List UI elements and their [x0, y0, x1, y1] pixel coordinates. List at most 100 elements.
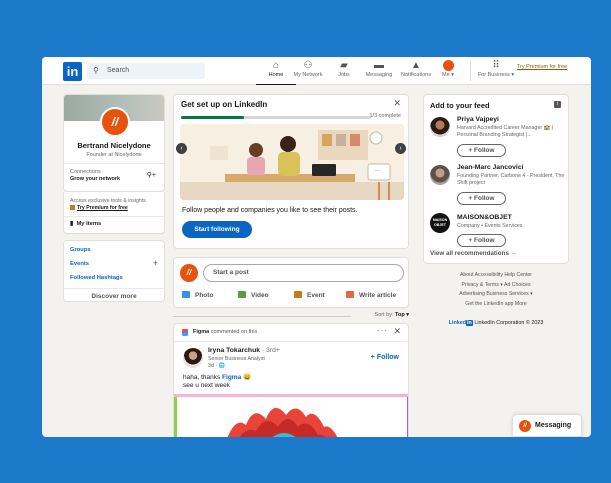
divider	[173, 316, 351, 317]
divider	[64, 163, 164, 164]
add-to-feed-card: Add to your feed i Priya Vajpeyi Harvard…	[423, 94, 569, 264]
premium-link[interactable]: Try Premium for free	[70, 205, 146, 212]
add-event-icon[interactable]: +	[153, 258, 158, 268]
messaging-icon: ▬	[374, 60, 384, 71]
profile-card: // Bertrand Nicelydone Founder at Nicely…	[63, 94, 165, 192]
follow-button[interactable]: + Follow	[457, 192, 506, 205]
view-all-recommendations-link[interactable]: View all recommendations →	[430, 250, 517, 257]
setup-progress-bar	[181, 116, 371, 119]
my-items-link[interactable]: ▮ My items	[70, 221, 101, 227]
recommendation-headline: Harvard Accredited Career Manager 🏫 | Pe…	[457, 125, 553, 138]
setup-illustration: ···	[180, 124, 404, 200]
post-image-art	[174, 397, 408, 437]
photo-icon	[182, 291, 190, 298]
recommendation-headline: Company • Events Services	[457, 223, 523, 229]
avatar[interactable]	[430, 117, 450, 137]
event-button[interactable]: Event	[294, 291, 325, 299]
recommendation-name[interactable]: Jean-Marc Jancovici	[457, 164, 524, 171]
follow-button[interactable]: + Follow	[457, 234, 506, 247]
premium-icon	[70, 205, 75, 211]
add-connection-icon: ⚲+	[146, 172, 156, 179]
post-context: Figma commented on this	[193, 329, 258, 335]
setup-card: Get set up on LinkedIn ✕ 1/3 complete ··…	[173, 94, 409, 249]
footer-link-row[interactable]: Advertising Business Services ▾	[423, 290, 569, 300]
article-icon	[346, 291, 354, 298]
more-options-icon[interactable]: ···	[377, 326, 388, 335]
avatar[interactable]	[430, 165, 450, 185]
connections-link[interactable]: Connections Grow your network	[70, 169, 120, 183]
divider	[64, 216, 164, 217]
follow-button[interactable]: + Follow	[457, 144, 506, 157]
recommendation-headline: Founding Partner, Carbone 4 - President,…	[457, 173, 565, 186]
maison-objet-logo[interactable]: MAISON OBJET	[430, 213, 450, 233]
recommendation-name[interactable]: MAISON&OBJET	[457, 214, 512, 221]
post-text: haha, thanks Figma 😄 see u next week	[183, 374, 252, 389]
info-icon[interactable]: i	[554, 101, 561, 108]
premium-card: Access exclusive tools & insights Try Pr…	[63, 192, 165, 234]
search-icon: ⚲	[93, 66, 99, 75]
carousel-prev-button[interactable]: ‹	[176, 143, 187, 154]
search-input[interactable]: ⚲ Search	[87, 63, 205, 79]
browser-page: in ⚲ Search ⌂ Home ⚇ My Network ▰ Jobs ▬…	[42, 57, 591, 437]
nav-divider	[470, 61, 471, 81]
close-icon[interactable]: ✕	[393, 98, 401, 109]
carousel-next-button[interactable]: ›	[395, 143, 406, 154]
try-premium-link[interactable]: Try Premium for free	[512, 63, 572, 71]
top-nav: in ⚲ Search ⌂ Home ⚇ My Network ▰ Jobs ▬…	[42, 57, 591, 85]
recommendation-name[interactable]: Priya Vajpeyi	[457, 116, 499, 123]
post-author-meta: Senior Business Analyst 3d · 🌐	[208, 356, 265, 369]
premium-text: Access exclusive tools & insights	[70, 198, 146, 204]
svg-text:···: ···	[375, 168, 381, 175]
footer-link-row[interactable]: About Accessibility Help Center	[423, 271, 569, 281]
sort-row: Sort by: Top ▾	[173, 312, 409, 320]
calendar-icon	[294, 291, 302, 298]
sort-dropdown[interactable]: Sort by: Top ▾	[375, 312, 409, 318]
footer-brand: Linkedin LinkedIn Corporation © 2023	[448, 320, 544, 326]
setup-title: Get set up on LinkedIn	[181, 100, 268, 109]
nav-my-network[interactable]: ⚇ My Network	[288, 60, 328, 78]
video-icon	[238, 291, 246, 298]
share-box: // Start a post Photo Video Event Write …	[173, 257, 409, 308]
setup-body-text: Follow people and companies you like to …	[182, 207, 358, 214]
hashtags-link[interactable]: Followed Hashtags	[70, 275, 123, 281]
close-icon[interactable]: ✕	[393, 326, 401, 337]
linkedin-wordmark: Linked	[448, 320, 467, 326]
footer-links: About Accessibility Help Center Privacy …	[423, 271, 569, 309]
profile-name[interactable]: Bertrand Nicelydone	[64, 141, 164, 150]
jobs-icon: ▰	[340, 60, 348, 71]
photo-button[interactable]: Photo	[182, 291, 213, 299]
avatar[interactable]: //	[180, 264, 198, 282]
messaging-dock[interactable]: // Messaging	[512, 414, 582, 437]
post-image[interactable]	[174, 394, 408, 437]
nav-messaging[interactable]: ▬ Messaging	[359, 60, 399, 78]
video-button[interactable]: Video	[238, 291, 269, 299]
divider	[174, 341, 408, 342]
feed-title: Add to your feed	[430, 101, 490, 110]
avatar	[442, 60, 454, 71]
start-following-button[interactable]: Start following	[182, 221, 252, 238]
post-author[interactable]: Iryna Tokarchuk · 3rd+	[208, 347, 280, 354]
mention-link[interactable]: Figma	[222, 374, 241, 381]
nav-me[interactable]: Me ▾	[428, 60, 468, 78]
groups-link[interactable]: Groups	[70, 247, 91, 253]
feed-post: Figma commented on this ··· ✕ Iryna Toka…	[173, 323, 409, 437]
nav-jobs[interactable]: ▰ Jobs	[324, 60, 364, 78]
search-placeholder: Search	[107, 67, 130, 74]
start-post-input[interactable]: Start a post	[203, 264, 404, 282]
footer-link-row[interactable]: Get the LinkedIn app More	[423, 300, 569, 310]
figma-logo-icon	[182, 329, 188, 336]
events-link[interactable]: Events	[70, 261, 89, 267]
avatar: //	[519, 420, 531, 432]
setup-progress-text: 1/3 complete	[369, 113, 402, 119]
follow-button[interactable]: + Follow	[371, 354, 399, 361]
linkedin-logo[interactable]: in	[63, 62, 82, 81]
avatar[interactable]	[183, 348, 203, 368]
setup-illustration-art: ···	[180, 124, 404, 200]
messaging-label: Messaging	[535, 422, 572, 429]
groups-card: Groups Events + Followed Hashtags Discov…	[63, 240, 165, 302]
write-article-button[interactable]: Write article	[346, 291, 396, 299]
footer-link-row[interactable]: Privacy & Terms ▾ Ad Choices	[423, 281, 569, 291]
profile-headline: Founder at Nicelydone	[86, 152, 142, 158]
discover-more-button[interactable]: Discover more	[64, 288, 164, 300]
avatar[interactable]: //	[100, 107, 130, 137]
